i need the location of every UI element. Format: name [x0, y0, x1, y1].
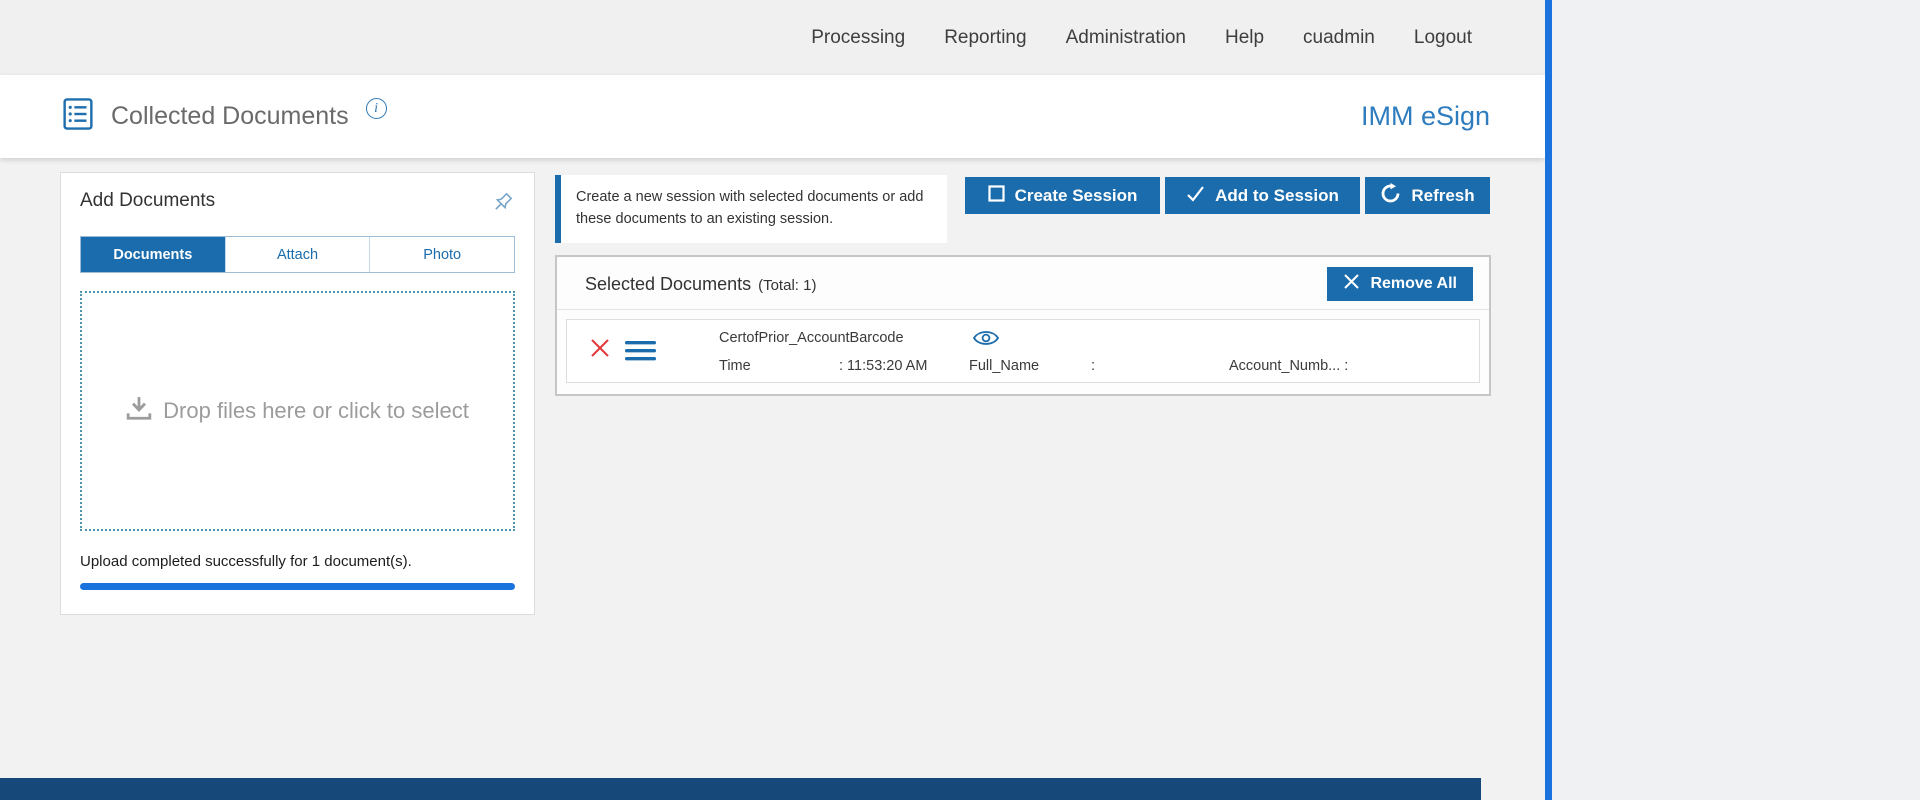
fullname-value: : [1091, 358, 1095, 374]
create-session-button[interactable]: Create Session [965, 177, 1160, 214]
drag-handle-icon[interactable] [625, 340, 656, 367]
nav-processing[interactable]: Processing [811, 27, 905, 49]
top-navigation: Processing Reporting Administration Help… [0, 0, 1545, 75]
right-gutter [1552, 0, 1920, 800]
page-header: Collected Documents i IMM eSign [0, 75, 1545, 158]
nav-logout[interactable]: Logout [1414, 27, 1472, 49]
remove-document-icon[interactable] [589, 337, 611, 364]
checkmark-icon [1186, 185, 1205, 207]
page-title: Collected Documents [111, 102, 349, 131]
time-value: : 11:53:20 AM [839, 358, 927, 374]
refresh-label: Refresh [1411, 186, 1474, 206]
add-documents-tabs: Documents Attach Photo [80, 236, 515, 273]
pin-icon[interactable] [489, 190, 515, 221]
account-number-label: Account_Numb... : [1229, 358, 1348, 374]
nav-help[interactable]: Help [1225, 27, 1264, 49]
viewport: Processing Reporting Administration Help… [0, 0, 1920, 800]
app-window: Processing Reporting Administration Help… [0, 0, 1545, 800]
collected-documents-icon [62, 97, 94, 136]
remove-all-button[interactable]: Remove All [1327, 267, 1473, 301]
add-to-session-button[interactable]: Add to Session [1165, 177, 1360, 214]
close-icon [1343, 273, 1360, 295]
document-row: CertofPrior_AccountBarcode Time : 11:53:… [566, 319, 1480, 383]
selected-documents-list: CertofPrior_AccountBarcode Time : 11:53:… [557, 309, 1489, 394]
file-dropzone[interactable]: Drop files here or click to select [80, 291, 515, 531]
download-icon [126, 396, 152, 427]
selected-documents-panel: Selected Documents (Total: 1) Remove All [555, 255, 1491, 396]
upload-status-text: Upload completed successfully for 1 docu… [80, 553, 515, 570]
tab-photo[interactable]: Photo [369, 237, 514, 272]
selected-documents-total: (Total: 1) [758, 277, 816, 294]
tab-attach[interactable]: Attach [225, 237, 370, 272]
fullname-label: Full_Name [969, 358, 1039, 374]
time-label: Time [719, 358, 751, 374]
refresh-button[interactable]: Refresh [1365, 177, 1490, 214]
session-info-message: Create a new session with selected docum… [555, 175, 947, 243]
refresh-icon [1380, 183, 1401, 209]
add-to-session-label: Add to Session [1215, 186, 1339, 206]
add-documents-title: Add Documents [80, 190, 215, 212]
nav-administration[interactable]: Administration [1066, 27, 1186, 49]
brand-logo: IMM eSign [1361, 101, 1490, 132]
tab-documents[interactable]: Documents [81, 237, 225, 272]
remove-all-label: Remove All [1370, 275, 1457, 293]
document-name: CertofPrior_AccountBarcode [719, 330, 904, 346]
preview-eye-icon[interactable] [972, 328, 1000, 353]
nav-user-cuadmin[interactable]: cuadmin [1303, 27, 1375, 49]
square-icon [988, 185, 1005, 207]
create-session-label: Create Session [1015, 186, 1138, 206]
info-icon[interactable]: i [366, 98, 387, 119]
right-edge-accent [1545, 0, 1552, 800]
add-documents-panel: Add Documents Documents Attach Photo [60, 172, 535, 615]
upload-progress-bar [80, 583, 515, 590]
footer-bar [0, 778, 1481, 800]
dropzone-label: Drop files here or click to select [163, 398, 469, 424]
selected-documents-title: Selected Documents [585, 274, 751, 295]
nav-reporting[interactable]: Reporting [944, 27, 1026, 49]
